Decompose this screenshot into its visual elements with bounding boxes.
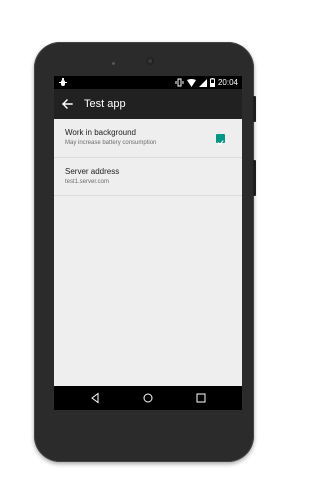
preference-list: Work in background May increase battery … [54,119,242,196]
pref-title: Server address [65,167,120,176]
vibrate-icon [175,78,184,87]
pref-server-address[interactable]: Server address test1.server.com [54,158,242,196]
navigation-bar [54,386,242,410]
home-icon[interactable] [142,392,154,404]
pref-summary: test1.server.com [65,179,110,185]
power-button [253,96,256,122]
status-bar: 20:04 [54,76,242,89]
work-in-background-checkbox[interactable] [216,134,225,146]
pref-work-in-background[interactable]: Work in background May increase battery … [54,119,242,158]
phone-screen: 20:04 Test app Work in background May in… [54,76,242,410]
pref-title: Work in background [65,128,136,137]
app-bar: Test app [54,89,242,119]
battery-icon [209,78,215,87]
bug-icon [59,78,67,86]
volume-button [253,160,256,196]
status-icons: 20:04 [175,77,238,88]
app-title: Test app [84,98,126,110]
status-time: 20:04 [217,78,238,87]
camera-icon [146,57,154,65]
back-icon[interactable] [89,392,101,404]
signal-icon [198,78,207,87]
pref-summary: May increase battery consumption [65,140,157,146]
checkmark-icon [217,140,224,146]
wifi-icon [186,78,196,87]
sensor-icon [112,62,115,65]
recents-icon[interactable] [195,392,207,404]
back-arrow-icon[interactable] [60,97,74,111]
